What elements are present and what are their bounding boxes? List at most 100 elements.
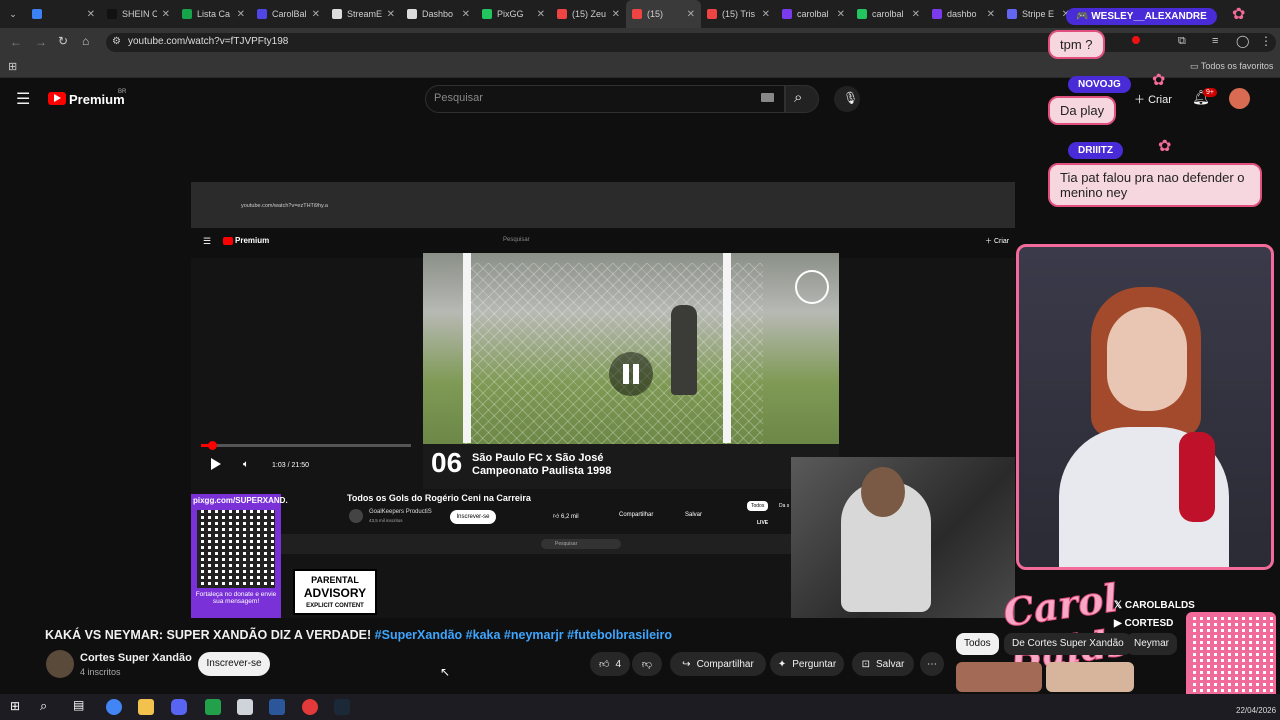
extensions-icon[interactable]: ⧉: [1178, 35, 1186, 48]
browser-tab[interactable]: CarolBal ✕: [251, 0, 326, 28]
video-player[interactable]: youtube.com/watch?v=ezTHTi9hy.a ☰ Premiu…: [191, 182, 1015, 618]
tab-favicon-icon: [932, 9, 942, 19]
back-icon[interactable]: ←: [10, 35, 22, 49]
bookmarks-bar: [0, 56, 1280, 78]
suggested-video-thumbnail[interactable]: [1046, 662, 1134, 692]
hamburger-icon[interactable]: ☰: [16, 89, 30, 109]
browser-tab[interactable]: Lista Ca ✕: [176, 0, 251, 28]
inner-chip-all: Todos: [747, 501, 769, 511]
tab-title: StreamE: [347, 9, 382, 19]
browser-tab[interactable]: dashbo ✕: [926, 0, 1001, 28]
browser-tab[interactable]: (15) ✕: [626, 0, 701, 28]
save-button[interactable]: ⊡ Salvar: [852, 652, 914, 676]
record-icon[interactable]: [1132, 36, 1140, 44]
video-title-main: KAKÁ VS NEYMAR: SUPER XANDÃO DIZ A VERDA…: [45, 628, 372, 642]
progress-bar[interactable]: [201, 441, 411, 450]
suggested-video-thumbnail[interactable]: [956, 662, 1042, 692]
more-actions-button[interactable]: ⋯: [920, 652, 944, 676]
inner-taskbar-search: Pesquisar: [541, 539, 621, 549]
taskbar-search-icon[interactable]: ⌕: [40, 698, 47, 714]
tab-close-icon[interactable]: ✕: [837, 9, 845, 20]
security-icon[interactable]: [237, 699, 253, 715]
word-icon[interactable]: [269, 699, 285, 715]
progress-knob[interactable]: [207, 441, 217, 450]
obs-icon[interactable]: [302, 699, 318, 715]
tab-close-icon[interactable]: ✕: [687, 9, 695, 20]
advisory-line-2: ADVISORY: [303, 586, 367, 600]
browser-tab[interactable]: SHEIN C ✕: [101, 0, 176, 28]
browser-tab[interactable]: carolbal ✕: [851, 0, 926, 28]
reload-icon[interactable]: ↻: [58, 34, 68, 48]
chrome-icon[interactable]: [106, 699, 122, 715]
goalkeeper-figure: [671, 305, 697, 395]
video-title-tags[interactable]: #SuperXandão #kaka #neymarjr #futebolbra…: [375, 628, 672, 642]
task-view-icon[interactable]: ▤: [73, 698, 84, 712]
channel-avatar[interactable]: [46, 650, 74, 678]
tab-favicon-icon: [407, 9, 417, 19]
apps-icon[interactable]: ⊞: [8, 60, 17, 73]
ask-button[interactable]: ✦ Perguntar: [770, 652, 844, 676]
tab-close-icon[interactable]: ✕: [312, 9, 320, 20]
profile-icon[interactable]: ◯: [1236, 34, 1249, 48]
file-explorer-icon[interactable]: [138, 699, 154, 715]
browser-tab[interactable]: StreamE ✕: [326, 0, 401, 28]
chat-user-1-name: WESLEY__ALEXANDRE: [1091, 11, 1207, 22]
tab-close-icon[interactable]: ✕: [462, 9, 470, 20]
tab-favicon-icon: [857, 9, 867, 19]
share-button[interactable]: ↪ Compartilhar: [670, 652, 766, 676]
tab-close-icon[interactable]: ✕: [612, 9, 620, 20]
browser-tab[interactable]: Stripe E✕: [1001, 0, 1076, 28]
chip-channel[interactable]: De Cortes Super Xandão: [1004, 633, 1132, 655]
browser-tab[interactable]: ✕: [26, 0, 101, 28]
xbox-icon[interactable]: [205, 699, 221, 715]
mic-icon: 🎙: [843, 91, 859, 105]
play-icon[interactable]: [211, 458, 221, 470]
steam-icon[interactable]: [334, 699, 350, 715]
browser-tab[interactable]: PixGG ✕: [476, 0, 551, 28]
discord-icon[interactable]: [171, 699, 187, 715]
tab-close-icon[interactable]: ✕: [912, 9, 920, 20]
tab-search-icon[interactable]: ⌄: [0, 0, 26, 28]
facecam-face: [1107, 307, 1187, 411]
windows-start-icon[interactable]: ⊞: [10, 699, 20, 713]
keyboard-icon[interactable]: [761, 93, 774, 102]
forward-icon[interactable]: →: [35, 35, 47, 49]
social-handle-x: 𝕏 CAROLBALDS: [1114, 600, 1195, 611]
tab-close-icon[interactable]: ✕: [237, 9, 245, 20]
browser-tab[interactable]: carolbal ✕: [776, 0, 851, 28]
media-icon[interactable]: ≡: [1212, 35, 1218, 47]
chat-message-3: Tia pat falou pra nao defender o menino …: [1048, 163, 1262, 207]
chip-all[interactable]: Todos: [956, 633, 999, 655]
youtube-premium-text[interactable]: Premium: [69, 92, 125, 107]
tab-close-icon[interactable]: ✕: [87, 9, 95, 20]
home-icon[interactable]: ⌂: [82, 34, 89, 48]
account-avatar[interactable]: [1229, 88, 1250, 109]
dislike-button[interactable]: 👎︎: [632, 652, 662, 676]
all-bookmarks[interactable]: ▭ Todos os favoritos: [1190, 61, 1273, 72]
tab-title: dashbo: [947, 9, 977, 19]
pause-icon[interactable]: [609, 352, 653, 396]
like-button[interactable]: 👍︎ 4: [590, 652, 630, 676]
tab-title: (15) Zeu: [572, 9, 607, 19]
site-info-icon[interactable]: ⚙: [112, 36, 121, 47]
tab-close-icon[interactable]: ✕: [537, 9, 545, 20]
inner-live-label: LIVE: [757, 520, 769, 526]
url-text[interactable]: youtube.com/watch?v=fTJVPFty198: [128, 36, 288, 47]
taskbar: [0, 694, 1280, 720]
browser-tab[interactable]: Dashbo ✕: [401, 0, 476, 28]
tab-close-icon[interactable]: ✕: [762, 9, 770, 20]
menu-icon[interactable]: ⋮: [1260, 34, 1272, 48]
browser-tab[interactable]: (15) Zeu ✕: [551, 0, 626, 28]
tab-title: carolbal: [797, 9, 829, 19]
tab-favicon-icon: [332, 9, 342, 19]
tab-close-icon[interactable]: ✕: [987, 9, 995, 20]
tab-close-icon[interactable]: ✕: [387, 9, 395, 20]
channel-name[interactable]: Cortes Super Xandão: [80, 652, 192, 664]
subscribe-button[interactable]: Inscrever-se: [198, 652, 270, 676]
tab-close-icon[interactable]: ✕: [162, 9, 170, 20]
create-button[interactable]: ＋ Criar: [1134, 91, 1172, 107]
social-handle-x-text: CAROLBALDS: [1124, 600, 1195, 611]
chip-neymar[interactable]: Neymar: [1126, 633, 1178, 655]
volume-icon[interactable]: 🔈︎: [243, 459, 249, 470]
browser-tab[interactable]: (15) Tris ✕: [701, 0, 776, 28]
